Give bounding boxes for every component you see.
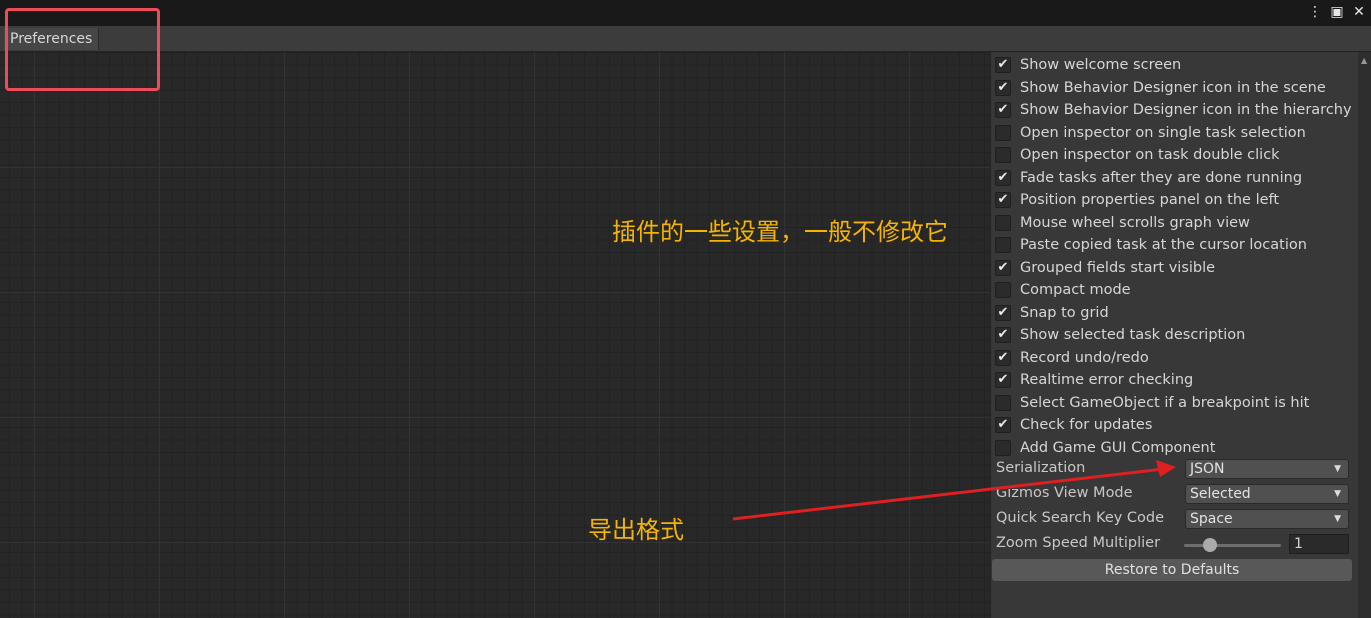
annotation-arrow-head <box>1156 460 1176 477</box>
annotation-arrow <box>732 460 1176 521</box>
annotation-arrow-line <box>732 467 1164 521</box>
